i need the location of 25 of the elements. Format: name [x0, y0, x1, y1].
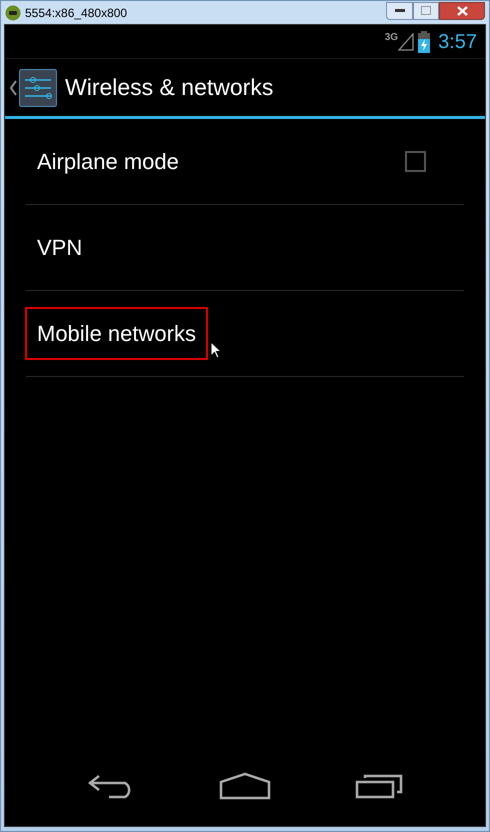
caret-icon	[9, 80, 17, 96]
home-icon[interactable]	[219, 772, 271, 800]
window-title: 5554:x86_480x800	[25, 4, 128, 22]
settings-item[interactable]: Mobile networks	[26, 291, 464, 377]
mouse-pointer-icon	[210, 341, 222, 359]
up-button[interactable]	[9, 68, 57, 106]
close-button[interactable]	[439, 2, 485, 20]
item-label: Airplane mode	[36, 148, 179, 176]
recent-apps-icon[interactable]	[355, 773, 403, 799]
highlighted-label: Mobile networks	[25, 307, 208, 360]
checkbox[interactable]	[405, 151, 426, 172]
battery-icon	[418, 30, 430, 52]
network-type-label: 3G	[384, 31, 398, 45]
close-icon	[456, 6, 468, 16]
signal-icon	[398, 32, 414, 50]
maximize-icon	[421, 6, 431, 15]
app-icon	[5, 4, 21, 20]
minimize-icon	[394, 8, 404, 12]
settings-item[interactable]: Airplane mode	[26, 119, 464, 205]
settings-item[interactable]: VPN	[26, 205, 464, 291]
sliders-icon	[19, 68, 57, 106]
item-label: VPN	[36, 234, 82, 262]
screen-title: Wireless & networks	[65, 73, 274, 102]
clock: 3:57	[438, 30, 477, 54]
minimize-button[interactable]	[386, 2, 413, 20]
